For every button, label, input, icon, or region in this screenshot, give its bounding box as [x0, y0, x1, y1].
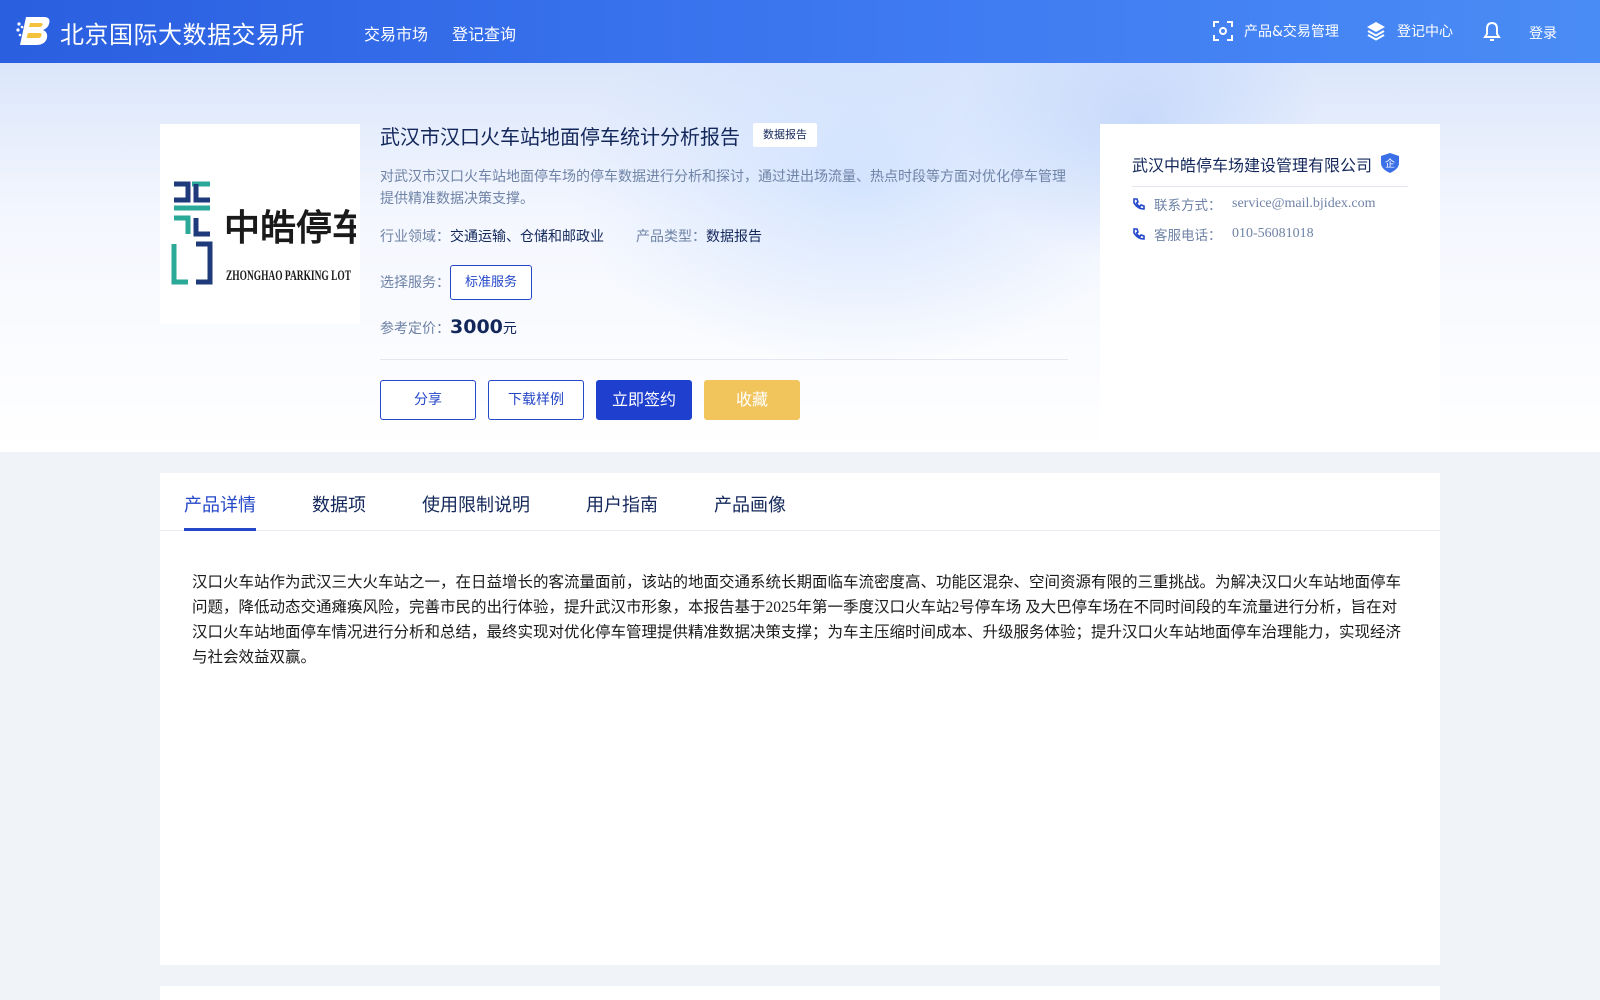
industry-label: 行业领域：: [380, 229, 450, 245]
contact-row: 联系方式： service@mail.bjidex.com: [1132, 194, 1376, 214]
tab-data-items[interactable]: 数据项: [312, 491, 366, 517]
download-sample-button[interactable]: 下载样例: [488, 380, 584, 420]
layers-icon: [1367, 22, 1385, 41]
price-value: 3000: [450, 316, 503, 338]
phone-icon: [1133, 198, 1145, 210]
tab-bar: 产品详情 数据项 使用限制说明 用户指南 产品画像: [160, 473, 1440, 531]
active-tab-indicator: [184, 528, 256, 531]
nav-trading-market[interactable]: 交易市场: [364, 21, 428, 45]
service-label: 选择服务：: [380, 275, 450, 291]
provider-name[interactable]: 武汉中皓停车场建设管理有限公司: [1132, 152, 1372, 176]
product-type-tag: 数据报告: [753, 123, 817, 147]
phone-row: 客服电话： 010-56081018: [1132, 224, 1314, 244]
product-detail-text: 汉口火车站作为武汉三大火车站之一，在日益增长的客流量面前，该站的地面交通系统长期…: [192, 574, 1402, 666]
logo-english-text: ZHONGHAO PARKING LOT: [226, 268, 351, 284]
tab-usage-restrictions[interactable]: 使用限制说明: [422, 491, 530, 517]
product-detail-panel: 产品详情 数据项 使用限制说明 用户指南 产品画像 汉口火车站作为武汉三大火车站…: [160, 473, 1440, 965]
product-description: 对武汉市汉口火车站地面停车场的停车数据进行分析和探讨，通过进出场流量、热点时段等…: [380, 169, 1066, 207]
product-type-value: 数据报告: [706, 229, 762, 245]
product-title: 武汉市汉口火车站地面停车统计分析报告: [380, 125, 740, 149]
next-section-card: [160, 986, 1440, 1000]
nav-registry-query[interactable]: 登记查询: [452, 21, 516, 45]
product-logo: 中皓停车 ZHONGHAO PARKING LOT: [160, 124, 360, 324]
favorite-button[interactable]: 收藏: [704, 380, 800, 420]
sign-now-button[interactable]: 立即签约: [596, 380, 692, 420]
brand-title[interactable]: 北京国际大数据交易所: [60, 15, 305, 50]
logo-chinese-text: 中皓停车: [224, 207, 356, 249]
provider-divider: [1132, 186, 1408, 187]
phone-label: 客服电话：: [1154, 228, 1222, 244]
share-button[interactable]: 分享: [380, 380, 476, 420]
provider-card: 武汉中皓停车场建设管理有限公司 企 联系方式： service@mail.bji…: [1100, 124, 1440, 452]
industry-row: 行业领域：交通运输、仓储和邮政业: [380, 226, 604, 246]
enterprise-badge-icon: 企: [1380, 152, 1400, 178]
phone-icon: [1133, 228, 1145, 240]
industry-value: 交通运输、仓储和邮政业: [450, 229, 604, 245]
phone-number: 010-56081018: [1232, 226, 1314, 241]
price-unit: 元: [502, 321, 517, 337]
nav-registry-center[interactable]: 登记中心: [1365, 20, 1453, 42]
nav-product-management[interactable]: 产品&交易管理: [1212, 20, 1339, 42]
contact-label: 联系方式：: [1154, 198, 1222, 214]
login-link[interactable]: 登录: [1529, 23, 1557, 43]
tab-user-guide[interactable]: 用户指南: [586, 491, 658, 517]
logo-icon[interactable]: [16, 14, 52, 48]
top-nav-bar: 北京国际大数据交易所 交易市场 登记查询 产品&交易管理 登记中心 登录: [0, 0, 1600, 63]
hero-divider: [380, 359, 1068, 360]
scan-icon: [1213, 21, 1233, 41]
nav-registry-center-label: 登记中心: [1397, 24, 1453, 40]
svg-text:企: 企: [1385, 157, 1395, 170]
nav-product-management-label: 产品&交易管理: [1244, 24, 1339, 40]
tab-product-details[interactable]: 产品详情: [184, 491, 256, 517]
price-label: 参考定价：: [380, 321, 450, 337]
standard-service-option[interactable]: 标准服务: [450, 265, 532, 300]
product-type-row: 产品类型：数据报告: [636, 226, 762, 246]
contact-email[interactable]: service@mail.bjidex.com: [1232, 196, 1376, 212]
price-row: 参考定价：3000元: [380, 316, 517, 338]
product-type-label: 产品类型：: [636, 229, 706, 245]
tab-product-profile[interactable]: 产品画像: [714, 491, 786, 517]
bell-icon[interactable]: [1482, 19, 1512, 43]
